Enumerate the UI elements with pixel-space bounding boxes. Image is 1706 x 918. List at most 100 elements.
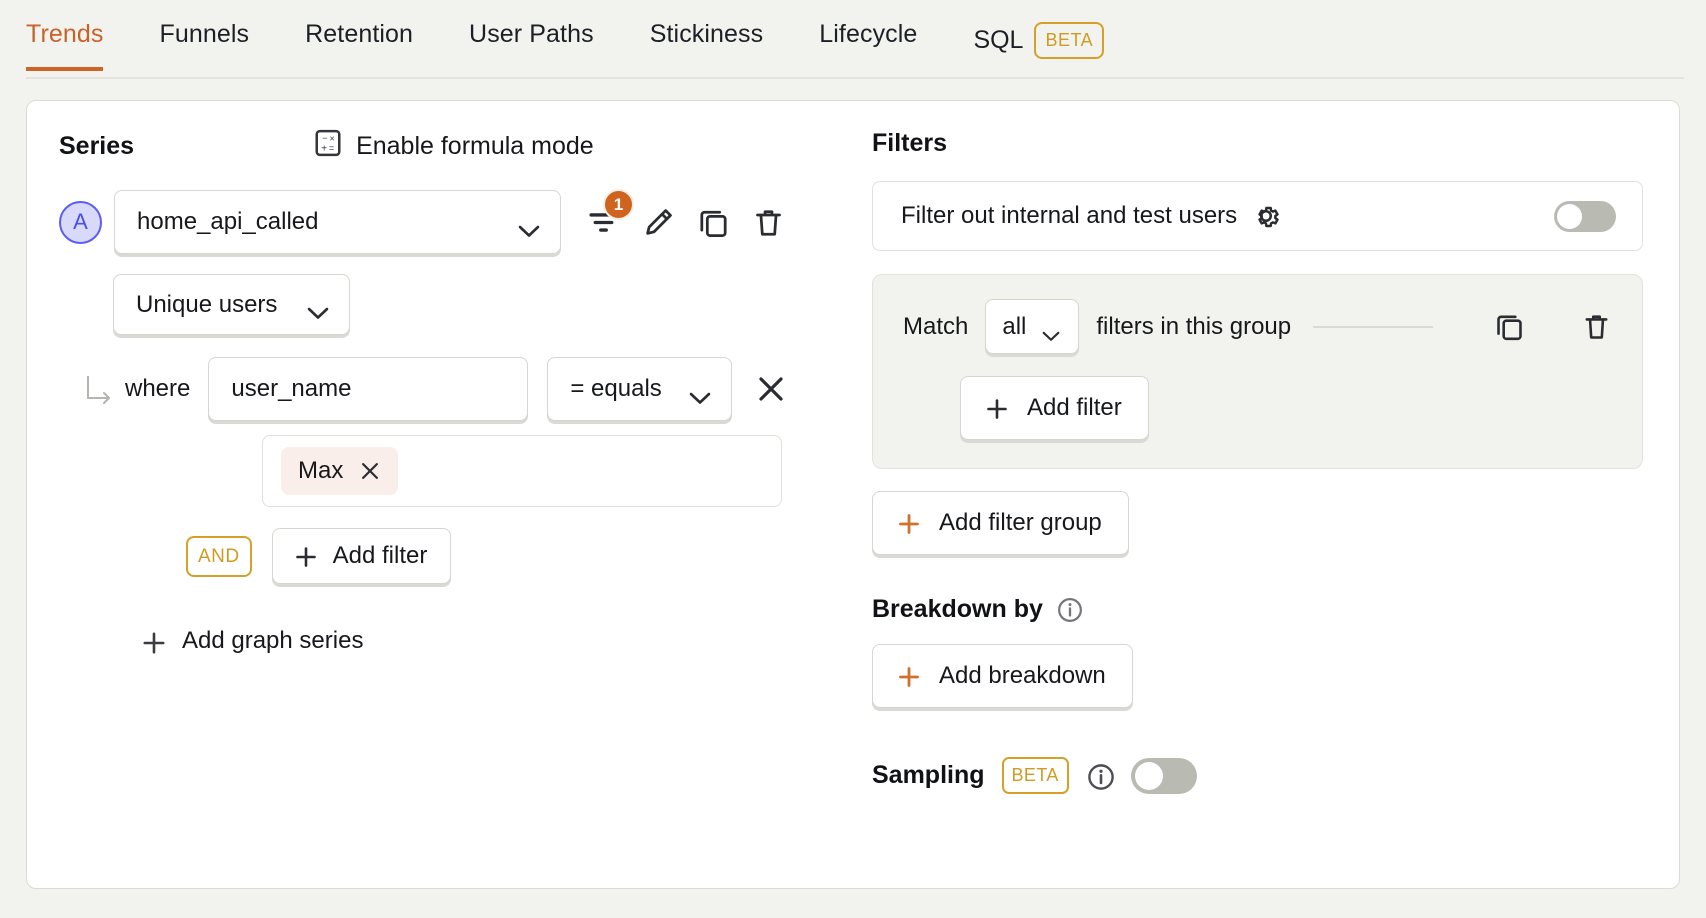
delete-filter-group-icon-button[interactable] xyxy=(1580,310,1612,344)
filter-group: Match all filters in this group Add filt… xyxy=(872,274,1643,469)
chevron-down-icon xyxy=(307,299,329,319)
property-operator-select[interactable]: = equals xyxy=(547,357,733,421)
property-key-select[interactable]: user_name xyxy=(208,357,529,421)
plus-icon xyxy=(294,545,317,568)
filters-title: Filters xyxy=(872,129,948,157)
event-select-value: home_api_called xyxy=(137,208,319,235)
match-type-value: all xyxy=(1002,312,1027,340)
sampling-beta-badge: BETA xyxy=(1001,757,1069,794)
divider xyxy=(1313,325,1434,328)
tab-stickiness-label: Stickiness xyxy=(649,20,764,48)
gear-icon[interactable] xyxy=(1251,201,1281,231)
chevron-down-icon xyxy=(518,217,540,237)
tab-lifecycle-label: Lifecycle xyxy=(819,20,918,48)
math-row: Unique users xyxy=(113,274,872,335)
series-panel: Series − × + = Enable formula mode A hom… xyxy=(27,129,872,888)
tab-user-paths[interactable]: User Paths xyxy=(469,0,594,71)
series-add-filter-row: AND Add filter xyxy=(186,528,872,584)
sampling-label: Sampling xyxy=(872,761,985,789)
tab-lifecycle[interactable]: Lifecycle xyxy=(819,0,917,71)
sql-beta-badge: BETA xyxy=(1034,22,1105,59)
tab-funnels-label: Funnels xyxy=(159,20,250,48)
filters-panel: Filters Filter out internal and test use… xyxy=(872,131,1679,888)
add-filter-group-button[interactable]: Add filter group xyxy=(872,491,1129,555)
add-breakdown-row: Add breakdown xyxy=(872,644,1643,708)
match-suffix-label: filters in this group xyxy=(1096,312,1292,340)
filter-count-badge: 1 xyxy=(603,189,634,220)
tab-retention-label: Retention xyxy=(305,20,414,48)
svg-text:+: + xyxy=(321,143,327,154)
internal-users-filter-label: Filter out internal and test users xyxy=(901,202,1238,229)
add-filter-group-label: Add filter group xyxy=(939,509,1102,536)
series-letter-badge[interactable]: A xyxy=(59,200,102,244)
insight-config-card: Series − × + = Enable formula mode A hom… xyxy=(26,100,1680,889)
filter-icon-button[interactable]: 1 xyxy=(584,189,634,241)
property-filter-row: where user_name = equals xyxy=(85,357,872,421)
plus-icon xyxy=(141,630,165,654)
property-operator-value: = equals xyxy=(570,375,662,402)
tab-sql[interactable]: SQL BETA xyxy=(973,0,1105,83)
property-value-row: Max xyxy=(262,435,872,507)
series-actions: 1 xyxy=(584,189,787,241)
where-label: where xyxy=(125,375,191,402)
tab-sql-label: SQL xyxy=(973,26,1024,54)
filter-group-actions xyxy=(1493,310,1612,344)
add-filter-group-row: Add filter group xyxy=(872,491,1643,555)
match-type-select[interactable]: all xyxy=(985,299,1080,354)
tab-funnels[interactable]: Funnels xyxy=(159,0,249,71)
property-value-tag[interactable]: Max xyxy=(281,447,399,495)
property-value-input[interactable]: Max xyxy=(262,435,782,507)
info-icon[interactable] xyxy=(1086,762,1114,790)
and-operator-badge[interactable]: AND xyxy=(186,535,252,577)
svg-text:=: = xyxy=(329,143,334,153)
sampling-toggle[interactable] xyxy=(1130,757,1197,794)
series-title: Series xyxy=(59,131,135,160)
enable-formula-mode-button[interactable]: − × + = Enable formula mode xyxy=(313,128,594,165)
sampling-row: Sampling BETA xyxy=(872,757,1643,794)
tab-retention[interactable]: Retention xyxy=(305,0,413,71)
internal-users-filter-bar: Filter out internal and test users xyxy=(872,181,1643,251)
remove-property-filter-button[interactable] xyxy=(754,372,788,406)
math-select-value: Unique users xyxy=(136,290,278,318)
corner-arrow-icon xyxy=(85,372,113,406)
plus-icon xyxy=(897,665,920,688)
series-add-filter-button[interactable]: Add filter xyxy=(271,528,452,584)
internal-users-toggle[interactable] xyxy=(1554,200,1616,232)
breakdown-title-label: Breakdown by xyxy=(872,595,1043,623)
filter-group-add-filter-row: Add filter xyxy=(960,376,1612,440)
add-breakdown-button[interactable]: Add breakdown xyxy=(872,644,1133,708)
add-breakdown-label: Add breakdown xyxy=(939,662,1106,689)
add-graph-series-label: Add graph series xyxy=(182,627,364,654)
filter-group-add-filter-button[interactable]: Add filter xyxy=(960,376,1149,440)
filter-group-add-filter-label: Add filter xyxy=(1027,394,1122,421)
plus-icon xyxy=(985,397,1008,420)
duplicate-icon-button[interactable] xyxy=(694,203,732,241)
internal-users-filter-left: Filter out internal and test users xyxy=(901,201,1281,231)
tab-stickiness[interactable]: Stickiness xyxy=(650,0,764,71)
remove-value-tag-icon[interactable] xyxy=(359,460,381,482)
tab-trends[interactable]: Trends xyxy=(26,0,104,71)
math-select[interactable]: Unique users xyxy=(113,274,351,335)
add-graph-series-button[interactable]: Add graph series xyxy=(141,627,872,655)
filter-group-match-row: Match all filters in this group xyxy=(903,299,1612,354)
property-value-tag-label: Max xyxy=(298,457,344,484)
plus-icon xyxy=(897,512,920,535)
series-header: Series − × + = Enable formula mode xyxy=(59,129,872,161)
chevron-down-icon xyxy=(1042,321,1062,341)
match-prefix-label: Match xyxy=(903,312,969,340)
property-key-value: user_name xyxy=(231,375,352,402)
toggle-knob xyxy=(1557,203,1582,229)
duplicate-filter-group-icon-button[interactable] xyxy=(1493,310,1525,344)
chevron-down-icon xyxy=(689,384,711,404)
calculator-icon: − × + = xyxy=(313,128,343,165)
enable-formula-mode-label: Enable formula mode xyxy=(356,131,594,160)
analysis-tabbar: Trends Funnels Retention User Paths Stic… xyxy=(0,0,1706,79)
breakdown-section-title: Breakdown by xyxy=(872,595,1643,624)
svg-text:×: × xyxy=(330,133,335,143)
tab-user-paths-label: User Paths xyxy=(469,20,594,48)
event-select[interactable]: home_api_called xyxy=(114,190,561,254)
info-icon[interactable] xyxy=(1056,596,1084,624)
edit-pencil-icon-button[interactable] xyxy=(639,203,677,241)
delete-trash-icon-button[interactable] xyxy=(749,203,787,241)
toggle-knob xyxy=(1134,761,1163,790)
